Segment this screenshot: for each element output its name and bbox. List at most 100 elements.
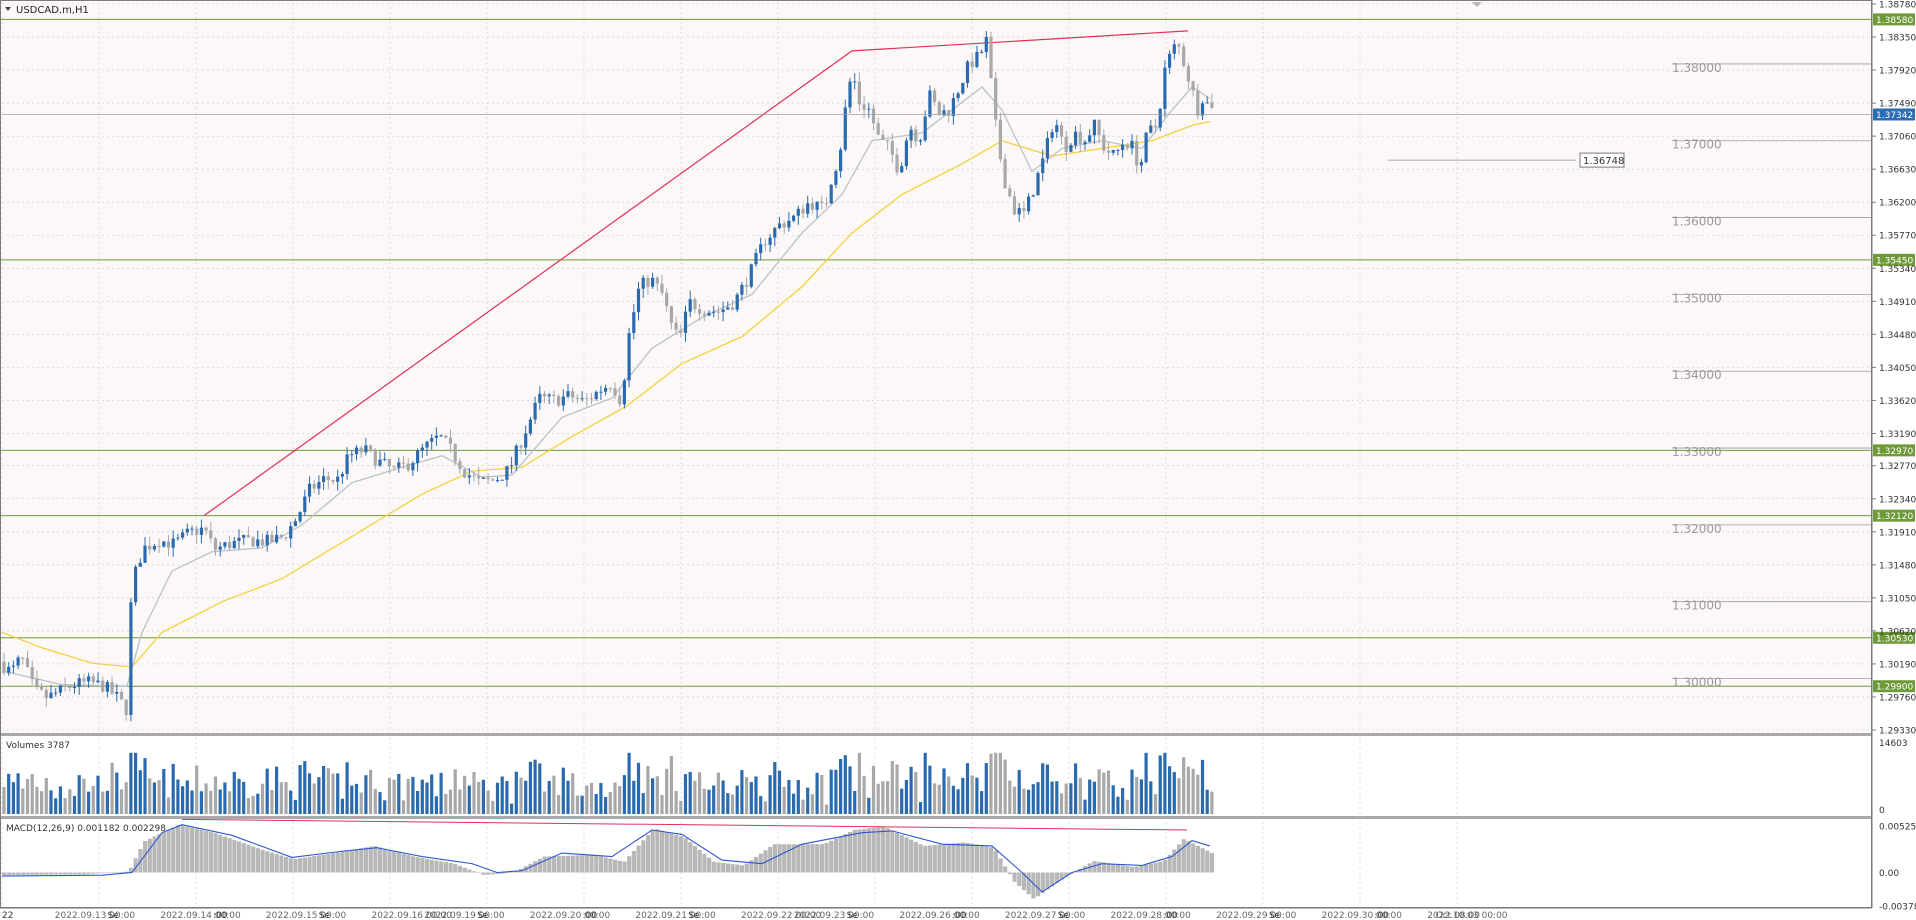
volume-bar <box>1022 788 1026 814</box>
macd-hist-bar <box>53 872 58 875</box>
macd-hist-bar <box>312 856 317 873</box>
volume-bar <box>481 779 485 814</box>
volume-bar <box>1111 785 1115 814</box>
macd-hist-bar <box>425 858 430 873</box>
volume-bar <box>265 768 269 814</box>
macd-hist-bar <box>1106 863 1111 873</box>
candle-body <box>1008 188 1012 197</box>
macd-hist-bar <box>857 829 862 873</box>
macd-hist-bar <box>655 829 660 873</box>
price-tick-label: 1.29330 <box>1879 727 1916 737</box>
volume-bar <box>806 787 810 814</box>
candle-body <box>317 481 321 489</box>
candle-body <box>557 395 561 406</box>
macd-panel-separator[interactable] <box>0 816 1872 819</box>
macd-hist-bar <box>190 827 195 873</box>
candle-body <box>1210 102 1214 108</box>
candle-body <box>458 461 462 470</box>
time-tick-label: Se <box>108 911 120 920</box>
macd-hist-bar <box>490 872 495 875</box>
macd-hist-bar <box>472 871 477 873</box>
candle-body <box>195 528 199 535</box>
candle-body <box>773 228 777 238</box>
candle-body <box>40 685 44 690</box>
volume-bar <box>44 778 48 814</box>
candle-body <box>275 534 279 543</box>
volume-bar <box>1074 763 1078 814</box>
price-tick-label: 1.30190 <box>1879 660 1916 670</box>
volume-bar <box>1041 763 1045 814</box>
macd-hist-bar <box>1120 865 1125 873</box>
macd-hist-bar <box>246 844 251 873</box>
macd-hist-bar <box>44 872 49 875</box>
round-level-label: 1.31000 <box>1672 599 1722 613</box>
volume-bar <box>589 782 594 814</box>
price-tick-label: 1.31050 <box>1879 594 1916 604</box>
candle-body <box>322 476 326 482</box>
volume-bar <box>688 771 692 814</box>
volume-bar <box>260 783 265 814</box>
candle-body <box>754 253 758 265</box>
macd-hist-bar <box>6 872 11 876</box>
candle-body <box>1163 67 1167 109</box>
macd-hist-bar <box>1162 859 1168 873</box>
macd-hist-bar <box>359 848 364 873</box>
candle-body <box>115 691 119 694</box>
macd-hist-bar <box>213 833 218 873</box>
macd-hist-bar <box>265 851 270 873</box>
candle-body <box>345 454 349 474</box>
macd-hist-bar <box>406 855 411 873</box>
volume-bar <box>683 774 688 814</box>
volume-bar <box>679 800 683 814</box>
volume-bar <box>1106 770 1111 814</box>
volume-panel-separator[interactable] <box>0 733 1872 736</box>
volume-bar <box>143 758 147 814</box>
candle-body <box>397 462 401 468</box>
candle-body <box>538 393 542 403</box>
trading-chart[interactable]: 1.38000 1.37000 1.36000 1.35000 1.34000 1.330… <box>0 0 1916 920</box>
candle-body <box>636 288 641 313</box>
price-tick-label: 1.31910 <box>1879 528 1916 538</box>
candle-body <box>218 546 222 550</box>
volume-bar <box>998 752 1002 814</box>
macd-hist-bar <box>20 872 25 875</box>
volume-bar <box>820 774 824 814</box>
volume-bar <box>1158 755 1162 814</box>
macd-hist-bar <box>284 856 289 873</box>
chart-title[interactable]: USDCAD.m,H1 <box>5 5 89 16</box>
candle-body <box>1149 125 1153 133</box>
candle-body <box>867 108 871 110</box>
macd-hist-bar <box>307 856 312 873</box>
macd-hist-bar <box>702 853 707 873</box>
macd-hist-bar <box>551 856 557 873</box>
candle-body <box>660 283 664 293</box>
macd-hist-bar <box>2 872 7 876</box>
macd-hist-bar <box>603 857 608 873</box>
macd-hist-bar <box>613 859 618 873</box>
candle-body <box>890 141 894 155</box>
volume-bar <box>195 765 199 814</box>
macd-hist-bar <box>434 860 439 873</box>
volume-bar <box>1012 786 1017 814</box>
candle-body <box>279 534 283 538</box>
macd-hist-bar <box>443 862 448 873</box>
macd-hist-bar <box>1036 872 1041 897</box>
macd-hist-bar <box>227 838 232 873</box>
candle-body <box>1200 103 1205 116</box>
macd-hist-bar <box>739 865 745 873</box>
macd-hist-bar <box>622 861 627 873</box>
candle-body <box>1191 81 1195 91</box>
candle-body <box>702 313 706 316</box>
volume-bar <box>918 802 923 814</box>
time-axis[interactable]: 22 2022.09.13 00:00Se 2022.09.14 00:00:00 2… <box>2 911 1508 920</box>
volume-bar <box>251 795 255 814</box>
candle-body <box>820 201 824 204</box>
candle-body <box>54 692 58 694</box>
volume-bar <box>434 796 438 814</box>
macd-hist-bar <box>674 834 679 873</box>
macd-hist-bar <box>824 842 829 873</box>
price-tick-label: 1.36630 <box>1879 166 1916 176</box>
candle-body <box>124 699 128 715</box>
volume-bar <box>1191 768 1195 814</box>
macd-hist-bar <box>81 872 87 875</box>
